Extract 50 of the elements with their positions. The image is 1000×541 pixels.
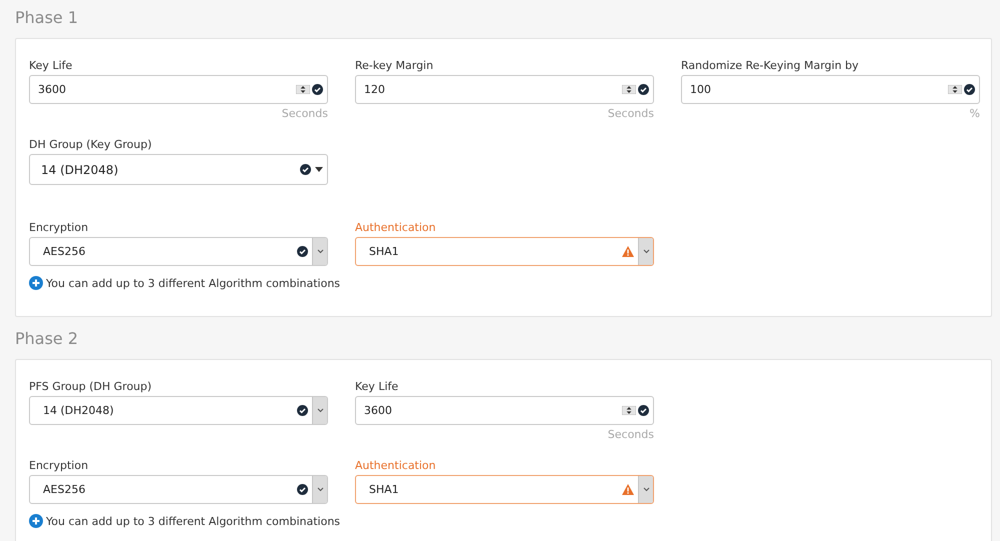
select-dropdown[interactable]: SHA1 xyxy=(355,237,654,266)
number-input[interactable]: 3600 xyxy=(355,396,654,425)
checkmark-icon xyxy=(638,84,649,95)
chevron-down-icon xyxy=(642,487,650,492)
field-label: DH Group (Key Group) xyxy=(29,138,153,151)
checkmark-icon xyxy=(297,405,308,416)
unit-label: Seconds xyxy=(606,107,654,120)
select-dropdown[interactable]: AES256 xyxy=(29,237,328,266)
spinner-icon[interactable] xyxy=(296,85,310,94)
spinner-icon[interactable] xyxy=(622,406,636,415)
field-label: Authentication xyxy=(355,221,437,234)
select-dropdown[interactable]: 14 (DH2048) xyxy=(29,154,328,185)
chevron-down-icon xyxy=(316,487,324,492)
unit-label: % xyxy=(968,107,980,120)
caret-down-icon[interactable] xyxy=(315,167,323,172)
unit-label: Seconds xyxy=(606,428,654,441)
number-input[interactable]: 120 xyxy=(355,75,654,104)
field-label: Authentication xyxy=(355,459,437,472)
select-dropdown[interactable]: SHA1 xyxy=(355,475,654,504)
spinner-icon[interactable] xyxy=(622,85,636,94)
warning-icon xyxy=(622,484,634,495)
field-label: Key Life xyxy=(355,380,400,393)
field-label: Encryption xyxy=(29,221,90,234)
warning-icon xyxy=(622,246,634,257)
checkmark-icon xyxy=(300,164,311,175)
field-label: PFS Group (DH Group) xyxy=(29,380,153,393)
add-combination-link[interactable]: You can add up to 3 different Algorithm combinations xyxy=(46,276,340,290)
plus-circle-icon[interactable] xyxy=(29,276,43,290)
chevron-down-icon xyxy=(316,249,324,254)
section-title: Phase 1 xyxy=(15,8,80,28)
field-label: Encryption xyxy=(29,459,90,472)
select-dropdown[interactable]: AES256 xyxy=(29,475,328,504)
add-combination-link[interactable]: You can add up to 3 different Algorithm combinations xyxy=(46,514,340,528)
plus-circle-icon[interactable] xyxy=(29,514,43,528)
checkmark-icon xyxy=(297,246,308,257)
section-title: Phase 2 xyxy=(15,329,80,349)
checkmark-icon xyxy=(638,405,649,416)
checkmark-icon xyxy=(297,484,308,495)
field-label: Randomize Re-Keying Margin by xyxy=(681,59,860,72)
checkmark-icon xyxy=(964,84,975,95)
chevron-down-icon xyxy=(642,249,650,254)
chevron-down-icon xyxy=(316,408,324,413)
field-label: Key Life xyxy=(29,59,74,72)
number-input[interactable]: 3600 xyxy=(29,75,328,104)
spinner-icon[interactable] xyxy=(948,85,962,94)
checkmark-icon xyxy=(312,84,323,95)
unit-label: Seconds xyxy=(280,107,328,120)
number-input[interactable]: 100 xyxy=(681,75,980,104)
field-label: Re-key Margin xyxy=(355,59,434,72)
select-dropdown[interactable]: 14 (DH2048) xyxy=(29,396,328,425)
